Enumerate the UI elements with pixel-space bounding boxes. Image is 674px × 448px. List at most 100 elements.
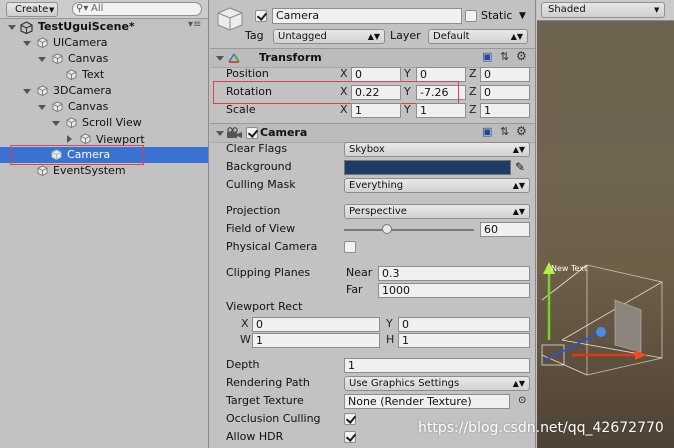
scale-x-input[interactable]: 1 bbox=[351, 103, 401, 118]
clear-flags-label: Clear Flags bbox=[226, 142, 288, 155]
scale-label: Scale bbox=[226, 103, 256, 116]
expand-arrow-icon[interactable] bbox=[216, 131, 224, 136]
projection-label: Projection bbox=[226, 204, 281, 217]
occlusion-culling-checkbox[interactable] bbox=[344, 413, 356, 425]
hierarchy-search-input[interactable]: ⚲▾ All bbox=[72, 2, 202, 16]
expand-arrow-icon[interactable] bbox=[216, 56, 224, 61]
camera-enabled-checkbox[interactable] bbox=[246, 127, 258, 139]
viewport-y-input[interactable]: 0 bbox=[398, 317, 530, 332]
preset-settings-icon[interactable]: ⇅ bbox=[500, 49, 509, 65]
eyedropper-icon[interactable]: ✎ bbox=[515, 159, 525, 175]
collapse-arrow-icon[interactable] bbox=[67, 135, 72, 143]
hierarchy-item-canvas[interactable]: Canvas bbox=[0, 51, 208, 67]
fov-input[interactable]: 60 bbox=[480, 222, 530, 237]
position-z-input[interactable]: 0 bbox=[480, 67, 530, 82]
transform-header[interactable]: Transform ▣ ⇅ ⚙ bbox=[210, 48, 535, 68]
axis-x-label: X bbox=[340, 67, 348, 80]
search-icon: ⚲▾ bbox=[76, 3, 89, 14]
viewport-h-input[interactable]: 1 bbox=[398, 333, 530, 348]
component-menu-icon[interactable]: ⚙ bbox=[516, 48, 527, 64]
gameobject-cube-icon bbox=[66, 117, 77, 128]
scale-y-input[interactable]: 1 bbox=[416, 103, 466, 118]
help-book-icon[interactable]: ▣ bbox=[482, 49, 492, 65]
camera-component-header[interactable]: Camera ▣ ⇅ ⚙ bbox=[210, 123, 535, 143]
depth-label: Depth bbox=[226, 358, 260, 371]
gameobject-cube-icon bbox=[37, 85, 48, 96]
tag-label: Tag bbox=[245, 29, 264, 42]
camera-title: Camera bbox=[260, 126, 308, 139]
layer-label: Layer bbox=[390, 29, 421, 42]
static-checkbox[interactable] bbox=[465, 10, 477, 22]
expand-arrow-icon[interactable] bbox=[52, 121, 60, 126]
projection-dropdown[interactable]: Perspective ▲▼ bbox=[344, 204, 530, 219]
background-color-swatch[interactable] bbox=[344, 160, 511, 175]
expand-arrow-icon[interactable] bbox=[8, 25, 16, 30]
gameobject-cube-icon bbox=[80, 133, 91, 144]
hierarchy-toolbar: Create ▼ ⚲▾ All bbox=[0, 0, 208, 19]
hierarchy-item-label: Viewport bbox=[96, 133, 145, 145]
create-button[interactable]: Create ▼ bbox=[6, 2, 58, 17]
expand-arrow-icon[interactable] bbox=[23, 41, 31, 46]
fov-slider-handle[interactable] bbox=[381, 224, 392, 234]
hierarchy-item-label: UICamera bbox=[53, 36, 108, 49]
shading-mode-dropdown[interactable]: Shaded ▼ bbox=[541, 2, 665, 18]
preset-settings-icon[interactable]: ⇅ bbox=[500, 124, 509, 140]
occlusion-culling-label: Occlusion Culling bbox=[226, 412, 321, 425]
allow-hdr-checkbox[interactable] bbox=[344, 431, 356, 443]
position-label: Position bbox=[226, 67, 269, 80]
viewport-rect-label: Viewport Rect bbox=[226, 300, 303, 313]
layer-value: Default bbox=[433, 31, 470, 42]
depth-input[interactable]: 1 bbox=[344, 358, 530, 373]
position-x-input[interactable]: 0 bbox=[351, 67, 401, 82]
culling-mask-dropdown[interactable]: Everything ▲▼ bbox=[344, 178, 530, 193]
far-input[interactable]: 1000 bbox=[378, 283, 530, 298]
hierarchy-item-uicamera[interactable]: UICamera bbox=[0, 35, 208, 51]
dropdown-arrow-icon: ▼ bbox=[49, 6, 55, 14]
layer-dropdown[interactable]: Default ▲▼ bbox=[428, 29, 528, 44]
hierarchy-item-label: Canvas bbox=[68, 52, 109, 65]
scene-view[interactable]: Shaded ▼ New Text bbox=[537, 0, 674, 448]
hierarchy-item-eventsystem[interactable]: EventSystem bbox=[0, 163, 208, 179]
hierarchy-item-viewport[interactable]: Viewport bbox=[0, 131, 208, 145]
vp-h-label: H bbox=[386, 333, 395, 346]
rotation-z-input[interactable]: 0 bbox=[480, 85, 530, 100]
static-label: Static bbox=[481, 9, 513, 22]
viewport-w-input[interactable]: 1 bbox=[252, 333, 380, 348]
viewport-x-input[interactable]: 0 bbox=[252, 317, 380, 332]
allow-hdr-label: Allow HDR bbox=[226, 430, 284, 443]
dropdown-arrow-icon: ▲▼ bbox=[510, 32, 523, 41]
vp-y-label: Y bbox=[386, 317, 393, 330]
rendering-path-dropdown[interactable]: Use Graphics Settings ▲▼ bbox=[344, 376, 530, 391]
hierarchy-item-3dcamera[interactable]: 3DCamera bbox=[0, 83, 208, 99]
near-input[interactable]: 0.3 bbox=[378, 266, 530, 281]
active-checkbox[interactable] bbox=[255, 10, 267, 22]
gameobject-cube-icon bbox=[52, 53, 63, 64]
scale-z-input[interactable]: 1 bbox=[480, 103, 530, 118]
scene-menu-icon[interactable]: ▾≡ bbox=[188, 17, 201, 33]
target-texture-field[interactable]: None (Render Texture) bbox=[344, 394, 510, 409]
clipping-planes-label: Clipping Planes bbox=[226, 266, 311, 279]
axis-z-label: Z bbox=[469, 67, 477, 80]
object-name-input[interactable]: Camera bbox=[272, 8, 462, 24]
rendering-path-value: Use Graphics Settings bbox=[349, 378, 460, 389]
scene-row[interactable]: TestUguiScene* ▾≡ bbox=[0, 19, 208, 35]
position-y-input[interactable]: 0 bbox=[416, 67, 466, 82]
hierarchy-item-scroll-view[interactable]: Scroll View bbox=[0, 115, 208, 131]
fov-slider-track[interactable] bbox=[344, 229, 474, 231]
inspector-panel: Camera Static ▼ Tag Untagged ▲▼ Layer Def… bbox=[210, 0, 536, 448]
far-label: Far bbox=[346, 283, 363, 296]
clear-flags-dropdown[interactable]: Skybox ▲▼ bbox=[344, 142, 530, 157]
hierarchy-item-canvas-2[interactable]: Canvas bbox=[0, 99, 208, 115]
hierarchy-item-text[interactable]: Text bbox=[0, 67, 208, 83]
static-dropdown-icon[interactable]: ▼ bbox=[519, 8, 526, 24]
vp-w-label: W bbox=[240, 333, 251, 346]
expand-arrow-icon[interactable] bbox=[38, 57, 46, 62]
help-book-icon[interactable]: ▣ bbox=[482, 124, 492, 140]
expand-arrow-icon[interactable] bbox=[38, 105, 46, 110]
object-picker-icon[interactable]: ⊙ bbox=[518, 393, 526, 409]
target-texture-label: Target Texture bbox=[226, 394, 304, 407]
component-menu-icon[interactable]: ⚙ bbox=[516, 123, 527, 139]
expand-arrow-icon[interactable] bbox=[23, 89, 31, 94]
tag-dropdown[interactable]: Untagged ▲▼ bbox=[273, 29, 385, 44]
physical-camera-checkbox[interactable] bbox=[344, 241, 356, 253]
